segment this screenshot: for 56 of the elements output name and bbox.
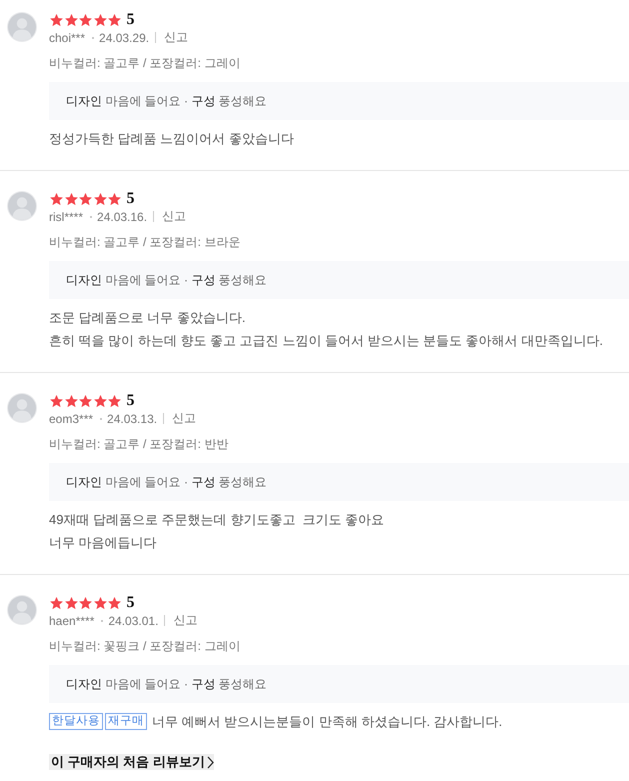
avatar-icon bbox=[7, 595, 37, 625]
star-icon bbox=[49, 192, 64, 206]
review-date: 24.03.13. bbox=[107, 412, 158, 426]
star-icon bbox=[92, 394, 108, 408]
report-link[interactable]: 신고 bbox=[164, 29, 188, 46]
star-icon bbox=[49, 596, 64, 610]
option-text: 비누컬러: 골고루 / 포장컬러: 그레이 bbox=[49, 55, 242, 72]
author-name: eom3*** bbox=[49, 412, 94, 426]
option-text: 비누컬러: 꽃핑크 / 포장컬러: 그레이 bbox=[49, 638, 242, 655]
report-link[interactable]: 신고 bbox=[172, 410, 196, 427]
star-icon bbox=[107, 596, 122, 610]
star-icon bbox=[49, 394, 64, 408]
rating-value: 5 bbox=[126, 190, 134, 207]
author-name: choi*** bbox=[49, 30, 86, 44]
star-icon bbox=[78, 394, 93, 408]
keyword-summary: 디자인 마음에 들어요 · 구성 풍성해요 bbox=[49, 463, 629, 501]
review-tag: 한달사용 bbox=[49, 713, 103, 730]
star-icon bbox=[107, 12, 122, 26]
star-icon bbox=[78, 596, 93, 610]
review-text: 정성가득한 답례품 느낌이어서 좋았습니다 bbox=[49, 130, 294, 148]
author-name: haen**** bbox=[49, 614, 94, 628]
avatar-icon bbox=[7, 12, 37, 42]
star-icon bbox=[92, 596, 108, 610]
report-link[interactable]: 신고 bbox=[162, 208, 186, 225]
review-text: 조문 답례품으로 너무 좋았습니다. 흔히 떡을 많이 하는데 향도 좋고 고급진 느낌이 들어서 받으시는 분들도 좋아해서 대만족입니다. bbox=[49, 309, 603, 350]
rating-value: 5 bbox=[126, 11, 134, 28]
review-text: 너무 예뻐서 받으시는분들이 만족해 하셨습니다. 감사합니다. bbox=[152, 713, 502, 731]
star-icon bbox=[92, 12, 108, 26]
star-icon bbox=[64, 12, 78, 26]
star-icon bbox=[64, 596, 78, 610]
star-icon bbox=[78, 192, 93, 206]
star-icon bbox=[92, 192, 108, 206]
keyword-summary: 디자인 마음에 들어요 · 구성 풍성해요 bbox=[49, 261, 629, 299]
star-icon bbox=[107, 394, 122, 408]
review-date: 24.03.29. bbox=[99, 30, 150, 44]
option-text: 비누컬러: 골고루 / 포장컬러: 브라운 bbox=[49, 234, 242, 251]
review-text: 49재때 답례품으로 주문했는데 향기도좋고 크기도 좋아요 너무 마음에듭니다 bbox=[49, 511, 384, 552]
keyword-summary: 디자인 마음에 들어요 · 구성 풍성해요 bbox=[49, 665, 629, 703]
review-tag: 재구매 bbox=[105, 713, 147, 730]
review-date: 24.03.16. bbox=[97, 210, 148, 224]
star-icon bbox=[64, 192, 78, 206]
option-text: 비누컬러: 골고루 / 포장컬러: 반반 bbox=[49, 436, 230, 453]
avatar-icon bbox=[7, 191, 37, 221]
first-review-link[interactable]: 이 구매자의 처음 리뷰보기 bbox=[49, 754, 214, 770]
keyword-summary: 디자인 마음에 들어요 · 구성 풍성해요 bbox=[49, 82, 629, 120]
star-icon bbox=[78, 12, 93, 26]
report-link[interactable]: 신고 bbox=[173, 612, 198, 629]
star-icon bbox=[107, 192, 122, 206]
chevron-right-icon bbox=[206, 756, 214, 768]
rating-value: 5 bbox=[126, 594, 134, 611]
star-icon bbox=[64, 394, 78, 408]
review-date: 24.03.01. bbox=[108, 614, 158, 628]
avatar-icon bbox=[7, 393, 37, 423]
rating-value: 5 bbox=[126, 392, 134, 409]
star-icon bbox=[49, 12, 64, 26]
author-name: risl**** bbox=[49, 210, 84, 224]
